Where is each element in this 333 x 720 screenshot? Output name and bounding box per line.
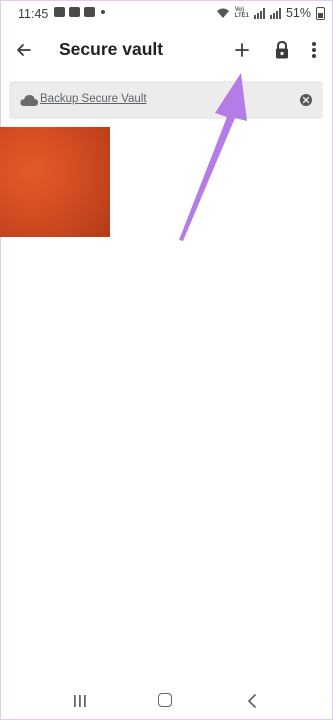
status-time: 11:45 [18, 7, 49, 21]
signal-icon [253, 7, 265, 19]
close-circle-icon[interactable] [299, 93, 313, 107]
more-options-button[interactable] [303, 36, 325, 64]
vault-item-thumbnail[interactable] [0, 127, 110, 237]
lock-icon [276, 40, 288, 59]
back-arrow-icon [17, 44, 31, 56]
signal-icon [269, 7, 281, 19]
battery-icon [316, 6, 325, 20]
dot-icon [101, 10, 105, 14]
recent-apps-icon[interactable] [72, 694, 88, 708]
more-vert-icon [312, 42, 316, 58]
backup-link[interactable]: Backup Secure Vault [40, 93, 147, 105]
system-nav-bar [0, 680, 333, 720]
page-title: Secure vault [59, 39, 164, 59]
chat-icon [69, 7, 80, 17]
battery-percent: 51% [285, 6, 311, 20]
chat-icon [54, 7, 65, 17]
back-icon[interactable] [245, 692, 259, 710]
status-bar: 11:45 Vo) LTE1 51% [0, 0, 333, 28]
lock-button[interactable] [268, 36, 296, 64]
lte-label: LTE1 [234, 13, 249, 19]
system-icons: Vo) LTE1 51% [216, 6, 325, 20]
network-type: Vo) LTE1 [235, 7, 249, 19]
home-icon[interactable] [158, 693, 172, 707]
back-button[interactable] [10, 36, 38, 64]
message-icon [84, 7, 95, 17]
annotation-arrow [179, 73, 247, 241]
cloud-icon [20, 95, 38, 106]
notification-icons [54, 7, 105, 17]
wifi-icon [216, 8, 229, 18]
